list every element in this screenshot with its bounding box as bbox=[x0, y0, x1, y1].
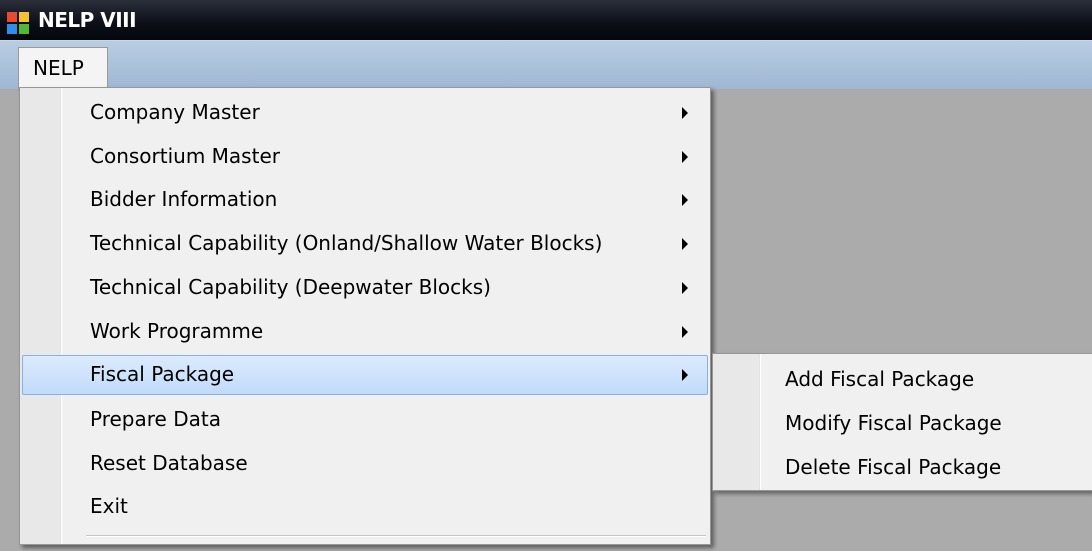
submenu-item-label: Modify Fiscal Package bbox=[785, 411, 1002, 435]
menu-item-label: Exit bbox=[90, 494, 128, 518]
submenu-arrow-icon bbox=[682, 326, 688, 338]
window-title: NELP VIII bbox=[38, 8, 137, 32]
fiscal-package-submenu: Add Fiscal Package Modify Fiscal Package… bbox=[712, 353, 1092, 491]
menu-item-technical-capability-onland[interactable]: Technical Capability (Onland/Shallow Wat… bbox=[22, 224, 708, 264]
menu-item-label: Technical Capability (Deepwater Blocks) bbox=[90, 275, 491, 299]
menu-item-reset-database[interactable]: Reset Database bbox=[22, 444, 708, 484]
menu-item-label: Bidder Information bbox=[90, 187, 278, 211]
menu-item-work-programme[interactable]: Work Programme bbox=[22, 312, 708, 352]
nelp-dropdown-menu: Company Master Consortium Master Bidder … bbox=[19, 87, 711, 545]
menu-item-bidder-information[interactable]: Bidder Information bbox=[22, 180, 708, 220]
menu-item-prepare-data[interactable]: Prepare Data bbox=[22, 400, 708, 440]
submenu-item-label: Add Fiscal Package bbox=[785, 367, 975, 391]
menu-nelp[interactable]: NELP bbox=[18, 47, 108, 91]
menu-bar: NELP bbox=[0, 40, 1092, 91]
menu-item-label: Work Programme bbox=[90, 319, 264, 343]
title-bar: NELP VIII bbox=[0, 0, 1092, 40]
submenu-arrow-icon bbox=[682, 107, 688, 119]
menu-item-technical-capability-deepwater[interactable]: Technical Capability (Deepwater Blocks) bbox=[22, 268, 708, 308]
menu-item-exit[interactable]: Exit bbox=[22, 487, 708, 527]
menu-item-label: Technical Capability (Onland/Shallow Wat… bbox=[90, 231, 603, 255]
menu-item-consortium-master[interactable]: Consortium Master bbox=[22, 137, 708, 177]
menu-item-label: Consortium Master bbox=[90, 144, 280, 168]
menu-separator bbox=[86, 535, 706, 537]
menu-item-label: Fiscal Package bbox=[90, 362, 235, 386]
menu-item-fiscal-package[interactable]: Fiscal Package bbox=[22, 355, 708, 395]
menu-item-label: Company Master bbox=[90, 100, 260, 124]
app-window-icon[interactable] bbox=[7, 12, 29, 34]
menu-item-company-master[interactable]: Company Master bbox=[22, 93, 708, 133]
submenu-arrow-icon bbox=[682, 238, 688, 250]
menu-item-label: Reset Database bbox=[90, 451, 248, 475]
submenu-arrow-icon bbox=[682, 151, 688, 163]
submenu-item-modify-fiscal-package[interactable]: Modify Fiscal Package bbox=[715, 403, 1091, 443]
menu-nelp-label: NELP bbox=[33, 56, 84, 80]
submenu-item-add-fiscal-package[interactable]: Add Fiscal Package bbox=[715, 359, 1091, 399]
submenu-item-delete-fiscal-package[interactable]: Delete Fiscal Package bbox=[715, 447, 1091, 487]
submenu-arrow-icon bbox=[682, 282, 688, 294]
submenu-arrow-icon bbox=[682, 194, 688, 206]
menu-item-label: Prepare Data bbox=[90, 407, 221, 431]
submenu-item-label: Delete Fiscal Package bbox=[785, 455, 1002, 479]
submenu-arrow-icon bbox=[682, 369, 688, 381]
